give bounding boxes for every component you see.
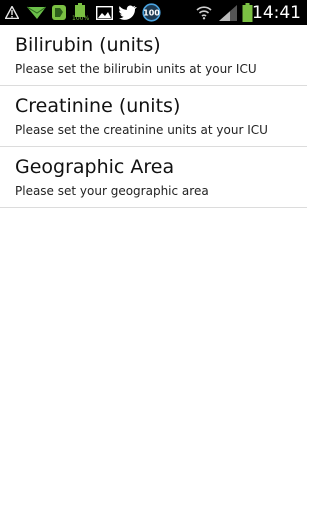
pref-title: Geographic Area — [15, 156, 175, 178]
hundred-badge-icon: 100 — [141, 0, 161, 25]
evernote-icon — [50, 0, 68, 25]
mail-arrow-icon — [26, 0, 46, 25]
pref-summary: Please set the creatinine units at your … — [15, 123, 268, 137]
warning-icon — [4, 0, 20, 25]
pref-item-creatinine-units[interactable]: Creatinine (units) Please set the creati… — [0, 86, 307, 147]
pref-title: Bilirubin (units) — [15, 34, 161, 56]
battery-percent-label: 100% — [72, 15, 90, 22]
status-clock: 14:41 — [252, 3, 301, 23]
pref-title: Creatinine (units) — [15, 95, 181, 117]
status-bar: 100% 100 14:41 — [0, 0, 307, 25]
twitter-icon — [118, 0, 138, 25]
image-icon — [95, 0, 113, 25]
wifi-icon — [195, 0, 213, 25]
pref-summary: Please set the bilirubin units at your I… — [15, 62, 257, 76]
signal-icon — [218, 0, 238, 25]
pref-item-bilirubin-units[interactable]: Bilirubin (units) Please set the bilirub… — [0, 25, 307, 86]
pref-item-geographic-area[interactable]: Geographic Area Please set your geograph… — [0, 147, 307, 208]
preference-list: Bilirubin (units) Please set the bilirub… — [0, 25, 307, 208]
pref-summary: Please set your geographic area — [15, 184, 209, 198]
hundred-badge-label: 100 — [143, 9, 160, 18]
